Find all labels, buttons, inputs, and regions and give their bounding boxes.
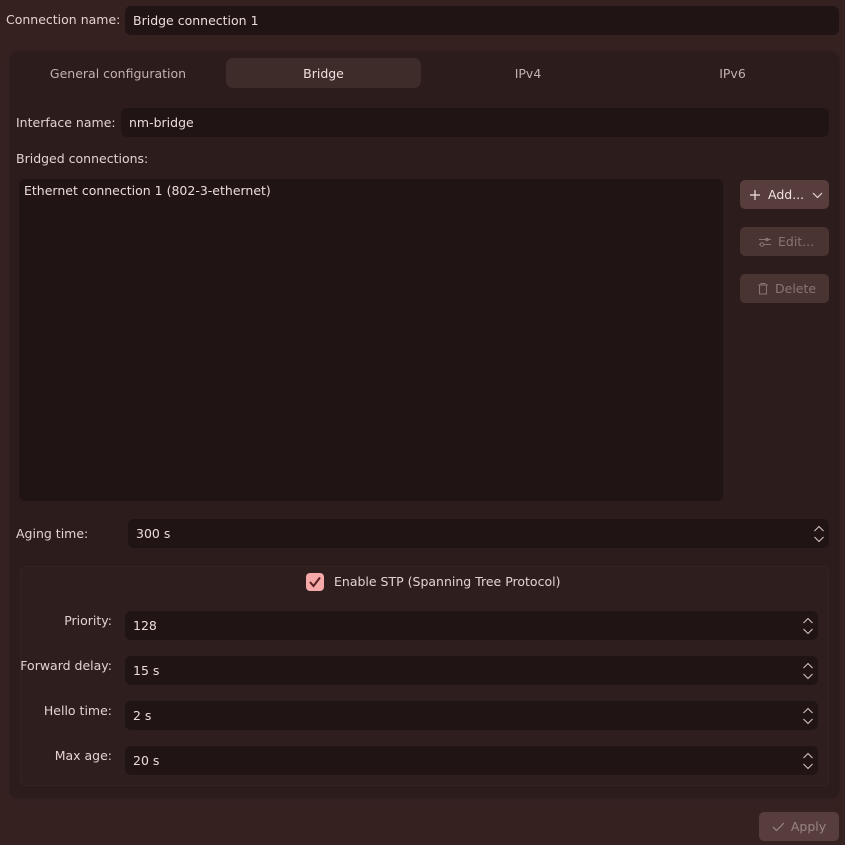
aging-time-label: Aging time:	[16, 526, 89, 541]
tab-bridge[interactable]: Bridge	[226, 58, 421, 88]
bridged-connections-label: Bridged connections:	[16, 151, 149, 166]
connection-name-value: Bridge connection 1	[133, 13, 259, 28]
priority-label: Priority:	[64, 613, 112, 628]
check-icon	[309, 576, 321, 588]
bridged-connections-list[interactable]: Ethernet connection 1 (802-3-ethernet)	[19, 179, 723, 501]
interface-name-value: nm-bridge	[129, 115, 194, 130]
connection-name-input[interactable]: Bridge connection 1	[125, 6, 839, 35]
interface-name-label: Interface name:	[16, 115, 116, 130]
forward-delay-value: 15 s	[133, 663, 160, 678]
spin-arrows-icon[interactable]	[802, 750, 814, 772]
apply-button[interactable]: Apply	[759, 812, 839, 841]
priority-value: 128	[133, 618, 157, 633]
edit-button[interactable]: Edit...	[740, 227, 829, 256]
forward-delay-spinbox[interactable]: 15 s	[125, 656, 818, 685]
chevron-down-icon[interactable]	[812, 191, 823, 199]
delete-label: Delete	[775, 281, 817, 296]
max-age-spinbox[interactable]: 20 s	[125, 746, 818, 775]
tab-bar: General configuration Bridge IPv4 IPv6	[10, 52, 839, 94]
enable-stp-label[interactable]: Enable STP (Spanning Tree Protocol)	[334, 574, 560, 590]
enable-stp-checkbox[interactable]	[306, 573, 324, 591]
max-age-label: Max age:	[54, 748, 112, 763]
interface-name-input[interactable]: nm-bridge	[121, 108, 829, 137]
delete-button[interactable]: Delete	[740, 274, 829, 303]
add-button[interactable]: Add...	[740, 180, 829, 209]
list-item[interactable]: Ethernet connection 1 (802-3-ethernet)	[24, 183, 271, 199]
trash-icon	[758, 283, 768, 295]
max-age-value: 20 s	[133, 753, 160, 768]
hello-time-label: Hello time:	[43, 703, 112, 718]
tab-general-configuration[interactable]: General configuration	[23, 58, 213, 88]
hello-time-spinbox[interactable]: 2 s	[125, 701, 818, 730]
priority-spinbox[interactable]: 128	[125, 611, 818, 640]
add-label: Add...	[768, 187, 805, 202]
tab-ipv4[interactable]: IPv4	[430, 58, 626, 88]
spin-arrows-icon[interactable]	[802, 705, 814, 727]
tab-label: IPv4	[514, 65, 542, 81]
check-icon	[772, 822, 785, 831]
aging-time-spinbox[interactable]: 300 s	[128, 519, 829, 548]
tab-ipv6[interactable]: IPv6	[635, 58, 830, 88]
apply-label: Apply	[790, 819, 827, 834]
tab-label: Bridge	[303, 65, 344, 81]
spin-arrows-icon[interactable]	[813, 523, 825, 545]
forward-delay-label: Forward delay:	[20, 658, 112, 673]
spin-arrows-icon[interactable]	[802, 660, 814, 682]
connection-name-label: Connection name:	[6, 12, 121, 27]
hello-time-value: 2 s	[133, 708, 152, 723]
edit-label: Edit...	[778, 234, 815, 249]
tab-label: IPv6	[719, 65, 746, 81]
sliders-icon	[759, 237, 771, 247]
aging-time-value: 300 s	[136, 526, 171, 541]
spin-arrows-icon[interactable]	[802, 615, 814, 637]
tab-label: General configuration	[49, 65, 187, 81]
plus-icon	[750, 189, 760, 200]
